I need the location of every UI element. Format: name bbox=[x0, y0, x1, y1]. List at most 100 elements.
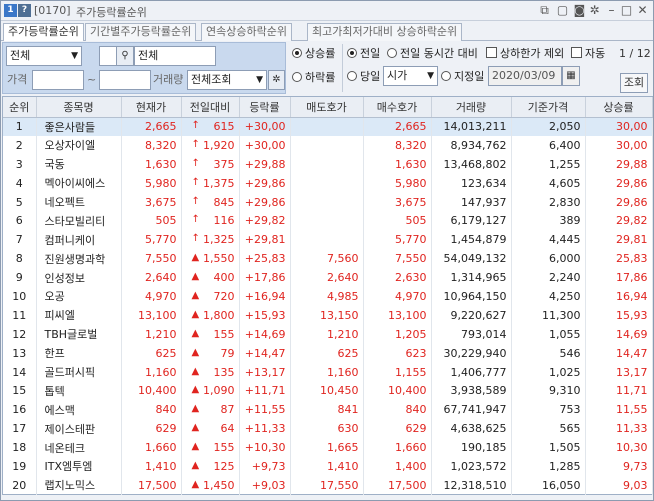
maximize-icon[interactable]: □ bbox=[619, 3, 634, 18]
table-row[interactable]: 9 인성정보 2,640 ▲ 400 +17,86 2,640 2,630 1,314,965 2… bbox=[3, 268, 653, 288]
table-row[interactable]: 11 피씨엘 13,100 ▲ 1,800 +15,93 13,150 13,100 9,220… bbox=[3, 305, 653, 325]
table-row[interactable]: 18 네온테크 1,660 ▲ 155 +10,30 1,665 1,660 190,185 1,… bbox=[3, 438, 653, 458]
bid-cell: 7,550 bbox=[363, 249, 432, 269]
header-base-price[interactable]: 기준가격 bbox=[511, 97, 586, 118]
auto-checkbox[interactable]: 자동 bbox=[571, 46, 605, 62]
table-row[interactable]: 3 국동 1,630 ↑ 375 +29,88 1,630 13,468,802 1,255 29… bbox=[3, 154, 653, 174]
fall-radio[interactable]: 하락률 bbox=[292, 70, 335, 86]
change-cell: ▲ 79 bbox=[181, 343, 240, 363]
screen-number-badge[interactable]: 1 bbox=[4, 4, 17, 17]
date-input[interactable]: 2020/03/09 bbox=[488, 66, 562, 86]
table-row[interactable]: 20 랩지노믹스 17,500 ▲ 1,450 +9,03 17,550 17,500 12,3… bbox=[3, 475, 653, 495]
date-radio[interactable]: 지정일 bbox=[441, 69, 484, 85]
ask-cell bbox=[290, 211, 364, 231]
table-row[interactable]: 15 톱텍 10,400 ▲ 1,090 +11,71 10,450 10,400 3,938,… bbox=[3, 381, 653, 401]
change-value: 720 bbox=[213, 289, 235, 303]
minimize-icon[interactable]: – bbox=[604, 3, 619, 18]
table-row[interactable]: 4 멕아이씨에스 5,980 ↑ 1,375 +29,86 5,980 123,634 4,60… bbox=[3, 173, 653, 193]
volume-cell: 13,468,802 bbox=[431, 154, 512, 174]
today-radio[interactable]: 당일 bbox=[347, 69, 380, 85]
name-cell: 오상자이엘 bbox=[36, 135, 122, 155]
table-row[interactable]: 7 컴퍼니케이 5,770 ↑ 1,325 +29,81 5,770 1,454,879 4,4… bbox=[3, 230, 653, 250]
header-rank[interactable]: 순위 bbox=[3, 97, 37, 118]
header-volume[interactable]: 거래량 bbox=[431, 97, 512, 118]
table-row[interactable]: 10 오공 4,970 ▲ 720 +16,94 4,985 4,970 10,964,150 4… bbox=[3, 287, 653, 306]
limit-exclude-checkbox[interactable]: 상하한가 제외 bbox=[486, 46, 564, 62]
close-icon[interactable]: ✕ bbox=[635, 3, 650, 18]
name-cell: 에스맥 bbox=[36, 400, 122, 420]
price-to-input[interactable] bbox=[99, 70, 151, 90]
up-triangle-icon: ▲ bbox=[191, 478, 200, 490]
search-icon[interactable]: ⚲ bbox=[116, 46, 134, 66]
gear-icon[interactable]: ✲ bbox=[268, 70, 285, 90]
prev-day-radio[interactable]: 전일 bbox=[347, 46, 380, 62]
link-icon[interactable]: ⧉ bbox=[537, 3, 552, 18]
search-button[interactable]: 조회 bbox=[620, 73, 648, 93]
search-result-field[interactable]: 전체 bbox=[134, 46, 216, 66]
prev-same-time-radio[interactable]: 전일 동시간 대비 bbox=[387, 46, 478, 62]
price-cell: 4,970 bbox=[121, 287, 182, 306]
header-price[interactable]: 현재가 bbox=[121, 97, 182, 118]
table-row[interactable]: 8 진원생명과학 7,550 ▲ 1,550 +25,83 7,560 7,550 54,049… bbox=[3, 249, 653, 269]
header-ask[interactable]: 매도호가 bbox=[290, 97, 364, 118]
window-icon[interactable]: ▢ bbox=[555, 3, 570, 18]
table-row[interactable]: 1 좋은사람들 2,665 ↑ 615 +30,00 2,665 14,013,211 2,05… bbox=[3, 117, 653, 136]
base-price-cell: 2,240 bbox=[511, 268, 586, 288]
header-rate[interactable]: 등락률 bbox=[239, 97, 291, 118]
header-rise-rate[interactable]: 상승률 bbox=[585, 97, 653, 118]
change-cell: ▲ 1,090 bbox=[181, 381, 240, 401]
volume-cell: 123,634 bbox=[431, 173, 512, 193]
ask-cell bbox=[290, 192, 364, 212]
tab-high-low-rank[interactable]: 최고가최저가대비 상승하락순위 bbox=[307, 23, 463, 41]
bid-cell: 2,630 bbox=[363, 268, 432, 288]
camera-icon[interactable]: ◙ bbox=[572, 3, 587, 18]
tab-period-change-rank[interactable]: 기간별주가등락률순위 bbox=[85, 23, 197, 41]
rise-radio[interactable]: 상승률 bbox=[292, 46, 335, 62]
header-name[interactable]: 종목명 bbox=[36, 97, 122, 118]
header-change[interactable]: 전일대비 bbox=[181, 97, 240, 118]
calendar-icon[interactable]: ▦ bbox=[562, 66, 580, 86]
table-row[interactable]: 5 네오펙트 3,675 ↑ 845 +29,86 3,675 147,937 2,830 29,… bbox=[3, 192, 653, 212]
table-row[interactable]: 6 스타모빌리티 505 ↑ 116 +29,82 505 6,179,127 389 29,82 bbox=[3, 211, 653, 231]
ask-cell bbox=[290, 135, 364, 155]
time-select[interactable]: 시가 ▼ bbox=[383, 66, 438, 86]
name-cell: 컴퍼니케이 bbox=[36, 230, 122, 250]
tab-price-change-rank[interactable]: 주가등락률순위 bbox=[3, 23, 84, 41]
header-bid[interactable]: 매수호가 bbox=[363, 97, 432, 118]
ask-cell: 1,410 bbox=[290, 457, 364, 476]
period-filter-group: 전일 전일 동시간 대비 상하한가 제외 자동 1 / 12 당일 시가 ▼ 지… bbox=[343, 42, 653, 94]
up-triangle-icon: ▲ bbox=[191, 441, 200, 453]
rate-cell: +11,33 bbox=[239, 419, 291, 439]
bid-cell: 3,675 bbox=[363, 192, 432, 212]
change-cell: ▲ 155 bbox=[181, 438, 240, 458]
change-value: 1,800 bbox=[203, 308, 235, 322]
table-row[interactable]: 13 한프 625 ▲ 79 +14,47 625 623 30,229,940 546 14,47 bbox=[3, 343, 653, 363]
price-from-input[interactable] bbox=[32, 70, 84, 90]
market-select[interactable]: 전체 ▼ bbox=[6, 46, 82, 66]
help-badge[interactable]: ? bbox=[18, 4, 31, 17]
table-row[interactable]: 16 에스맥 840 ▲ 87 +11,55 841 840 67,741,947 753 11,5… bbox=[3, 400, 653, 420]
table-row[interactable]: 12 TBH글로벌 1,210 ▲ 155 +14,69 1,210 1,205 793,014… bbox=[3, 324, 653, 344]
base-price-cell: 1,055 bbox=[511, 324, 586, 344]
window-title: 주가등락률순위 bbox=[76, 6, 147, 19]
change-cell: ▲ 155 bbox=[181, 324, 240, 344]
rank-cell: 13 bbox=[3, 343, 37, 363]
tab-consecutive-rank[interactable]: 연속상승하락순위 bbox=[201, 23, 292, 41]
code-input[interactable] bbox=[99, 46, 117, 66]
price-label: 가격 bbox=[7, 73, 28, 86]
change-value: 375 bbox=[213, 157, 235, 171]
rise-rate-cell: 9,03 bbox=[585, 475, 653, 495]
table-row[interactable]: 19 ITX엠투엠 1,410 ▲ 125 +9,73 1,410 1,400 1,023,57… bbox=[3, 457, 653, 476]
table-row[interactable]: 17 제이스테판 629 ▲ 64 +11,33 630 629 4,638,625 565 11,… bbox=[3, 419, 653, 439]
name-cell: 국동 bbox=[36, 154, 122, 174]
settings-icon[interactable]: ✲ bbox=[587, 3, 602, 18]
name-cell: 피씨엘 bbox=[36, 305, 122, 325]
rise-rate-cell: 16,94 bbox=[585, 287, 653, 306]
table-row[interactable]: 14 골드퍼시픽 1,160 ▲ 135 +13,17 1,160 1,155 1,406,77… bbox=[3, 362, 653, 382]
volume-cell: 147,937 bbox=[431, 192, 512, 212]
table-row[interactable]: 2 오상자이엘 8,320 ↑ 1,920 +30,00 8,320 8,934,762 6,4… bbox=[3, 135, 653, 155]
title-bar: 1 ? [0170] 주가등락률순위 ⧉ ▢ ◙ ✲ – □ ✕ bbox=[1, 1, 653, 21]
volume-select[interactable]: 전체조회 ▼ bbox=[187, 70, 267, 90]
rise-rate-cell: 17,86 bbox=[585, 268, 653, 288]
up-triangle-icon: ▲ bbox=[191, 384, 200, 396]
